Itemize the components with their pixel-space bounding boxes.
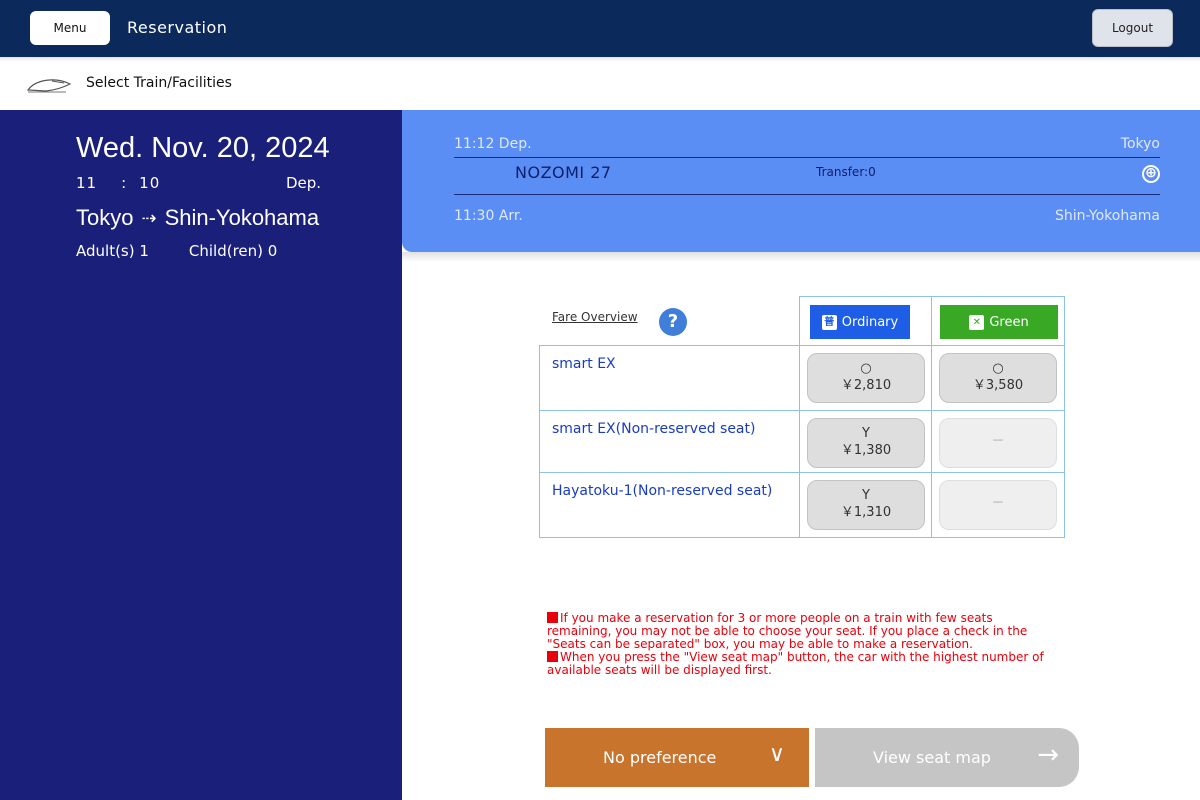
route-to: Shin-Yokohama — [164, 205, 320, 230]
notice-paragraph: If you make a reservation for 3 or more … — [547, 612, 1057, 651]
train-icon — [26, 79, 72, 93]
passenger-count: Adult(s) 1 Child(ren) 0 — [76, 242, 277, 260]
notice-text: If you make a reservation for 3 or more … — [547, 611, 1028, 651]
top-header: Menu Reservation Logout — [0, 0, 1200, 57]
divider — [454, 194, 1160, 195]
divider — [454, 157, 1160, 158]
availability-mark: ○ — [992, 361, 1004, 376]
arrow-right-icon: → — [1037, 740, 1059, 770]
departure-minute: 10 — [139, 174, 161, 192]
notice-text: When you press the "View seat map" butto… — [547, 650, 1044, 677]
train-info-panel: 11:12 Dep. Tokyo NOZOMI 27 Transfer:0 ⊕ … — [402, 110, 1200, 262]
fare-cell-green: ○ ￥3,580 — [931, 345, 1065, 411]
expand-plus-icon[interactable]: ⊕ — [1142, 165, 1160, 183]
ordinary-class-label: 普 Ordinary — [810, 305, 910, 339]
train-arrival-time: 11:30 Arr. — [454, 208, 523, 224]
fare-price: ￥3,580 — [972, 378, 1024, 393]
fare-cell-ordinary: ○ ￥2,810 — [799, 345, 932, 411]
ordinary-car-icon: 普 — [821, 314, 837, 330]
menu-button[interactable]: Menu — [30, 11, 110, 45]
departure-hour: 11 — [76, 174, 98, 192]
availability-mark: ○ — [860, 361, 872, 376]
page-title: Reservation — [127, 18, 228, 37]
green-car-icon: ✕ — [969, 314, 985, 330]
step-label: Select Train/Facilities — [86, 75, 232, 91]
ordinary-header: 普 Ordinary — [799, 296, 932, 346]
train-arrival-station: Shin-Yokohama — [1054, 208, 1160, 224]
fare-table: Fare Overview ? 普 Ordinary ✕ Green smart… — [539, 296, 1065, 538]
fare-row-name: Hayatoku-1(Non-reserved seat) — [539, 472, 800, 538]
fare-cell-ordinary: Y ￥1,310 — [799, 472, 932, 538]
green-fare-button-disabled: － — [939, 480, 1057, 530]
view-seat-map-label: View seat map — [873, 748, 991, 767]
fare-type-label: smart EX(Non-reserved seat) — [552, 421, 756, 437]
fare-cell-green: － — [931, 472, 1065, 538]
fare-row-name: smart EX — [539, 345, 800, 411]
ordinary-fare-button[interactable]: ○ ￥2,810 — [807, 353, 925, 403]
time-separator: : — [121, 174, 128, 192]
fare-price: ￥2,810 — [840, 378, 892, 393]
view-seat-map-button[interactable]: View seat map → — [815, 728, 1079, 787]
availability-mark: Y — [862, 426, 870, 441]
fare-type-label: smart EX — [552, 356, 616, 372]
fare-cell-ordinary: Y ￥1,380 — [799, 410, 932, 473]
green-fare-button-disabled: － — [939, 418, 1057, 468]
fare-price: ￥1,380 — [840, 443, 892, 458]
route-arrow-icon: ⇢ — [141, 207, 157, 228]
ordinary-fare-button[interactable]: Y ￥1,310 — [807, 480, 925, 530]
journey-summary-panel: Wed. Nov. 20, 2024 11:10 Dep. Tokyo ⇢ Sh… — [0, 110, 402, 800]
fare-table-corner: Fare Overview ? — [539, 296, 799, 346]
ordinary-label-text: Ordinary — [841, 314, 899, 330]
route-from: Tokyo — [76, 205, 134, 230]
departure-label: Dep. — [286, 174, 322, 192]
fare-type-label: Hayatoku-1(Non-reserved seat) — [552, 483, 773, 499]
seat-preference-label: No preference — [603, 748, 717, 767]
ordinary-fare-button[interactable]: Y ￥1,380 — [807, 418, 925, 468]
train-departure-time: 11:12 Dep. — [454, 136, 532, 152]
fare-price: ￥1,310 — [840, 505, 892, 520]
green-fare-button[interactable]: ○ ￥3,580 — [939, 353, 1057, 403]
route: Tokyo ⇢ Shin-Yokohama — [76, 205, 319, 231]
step-bar: Select Train/Facilities — [0, 57, 1200, 110]
notice-paragraph: When you press the "View seat map" butto… — [547, 651, 1057, 677]
fare-overview-link[interactable]: Fare Overview — [552, 310, 638, 324]
help-icon[interactable]: ? — [659, 308, 687, 336]
green-label-text: Green — [989, 314, 1029, 330]
travel-date: Wed. Nov. 20, 2024 — [76, 132, 330, 164]
fare-row-name: smart EX(Non-reserved seat) — [539, 410, 800, 473]
red-square-icon — [547, 651, 558, 662]
adult-count: Adult(s) 1 — [76, 242, 149, 260]
red-square-icon — [547, 612, 558, 623]
fare-cell-green: － — [931, 410, 1065, 473]
train-departure-station: Tokyo — [1120, 136, 1160, 152]
green-header: ✕ Green — [931, 296, 1065, 346]
chevron-down-icon: ∨ — [768, 742, 785, 767]
train-name: NOZOMI 27 — [515, 163, 612, 182]
seat-preference-dropdown[interactable]: No preference ∨ — [545, 728, 809, 787]
departure-time: 11:10 — [76, 174, 160, 192]
transfer-count: Transfer:0 — [816, 165, 876, 179]
child-count: Child(ren) 0 — [188, 242, 278, 260]
seat-notice: If you make a reservation for 3 or more … — [547, 612, 1057, 677]
logout-button[interactable]: Logout — [1092, 9, 1173, 47]
green-class-label: ✕ Green — [940, 305, 1058, 339]
availability-mark: Y — [862, 488, 870, 503]
